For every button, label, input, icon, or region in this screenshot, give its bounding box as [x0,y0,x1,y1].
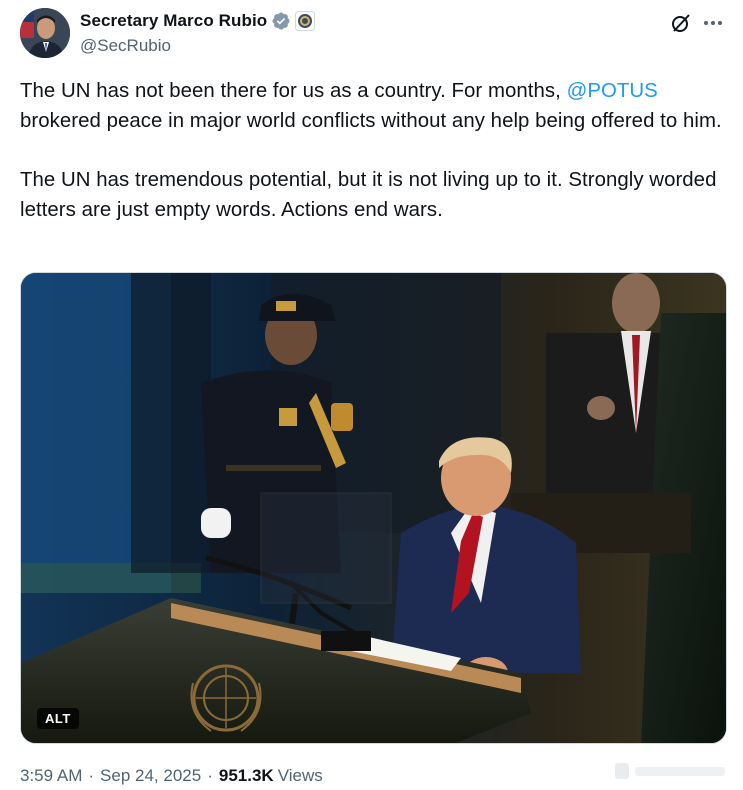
meta-separator: · [207,766,213,785]
mention-link[interactable]: @POTUS [567,80,658,102]
grok-icon[interactable] [670,12,692,34]
meta-separator: · [88,766,95,785]
tweet-paragraph-1: The UN has not been there for us as a co… [20,76,726,136]
more-icon[interactable] [702,12,724,34]
author-handle[interactable]: @SecRubio [80,36,315,56]
tweet-time[interactable]: 3:59 AM [20,766,82,786]
views-label: Views [277,766,323,785]
tweet-text: The UN has not been there for us as a co… [20,76,726,225]
alt-text-button[interactable]: ALT [37,708,79,729]
watermark-logo [613,760,733,782]
tweet-meta: 3:59 AM · Sep 24, 2025 · 951.3K Views [20,766,323,786]
verified-badge-icon[interactable] [271,11,291,31]
author-names: Secretary Marco Rubio @SecRubio [80,10,316,56]
author-display-name[interactable]: Secretary Marco Rubio [80,11,267,31]
tweet-paragraph-2: The UN has tremendous potential, but it … [20,169,723,221]
affiliation-seal-icon[interactable] [295,11,316,31]
tweet-date[interactable]: Sep 24, 2025 [100,766,201,786]
tweet-header: Secretary Marco Rubio @SecRubio [20,8,726,60]
tweet-photo[interactable]: ALT [20,272,727,744]
tweet-text-part: The UN has not been there for us as a co… [20,80,567,102]
avatar[interactable] [20,8,70,58]
views-count[interactable]: 951.3K [219,766,274,786]
